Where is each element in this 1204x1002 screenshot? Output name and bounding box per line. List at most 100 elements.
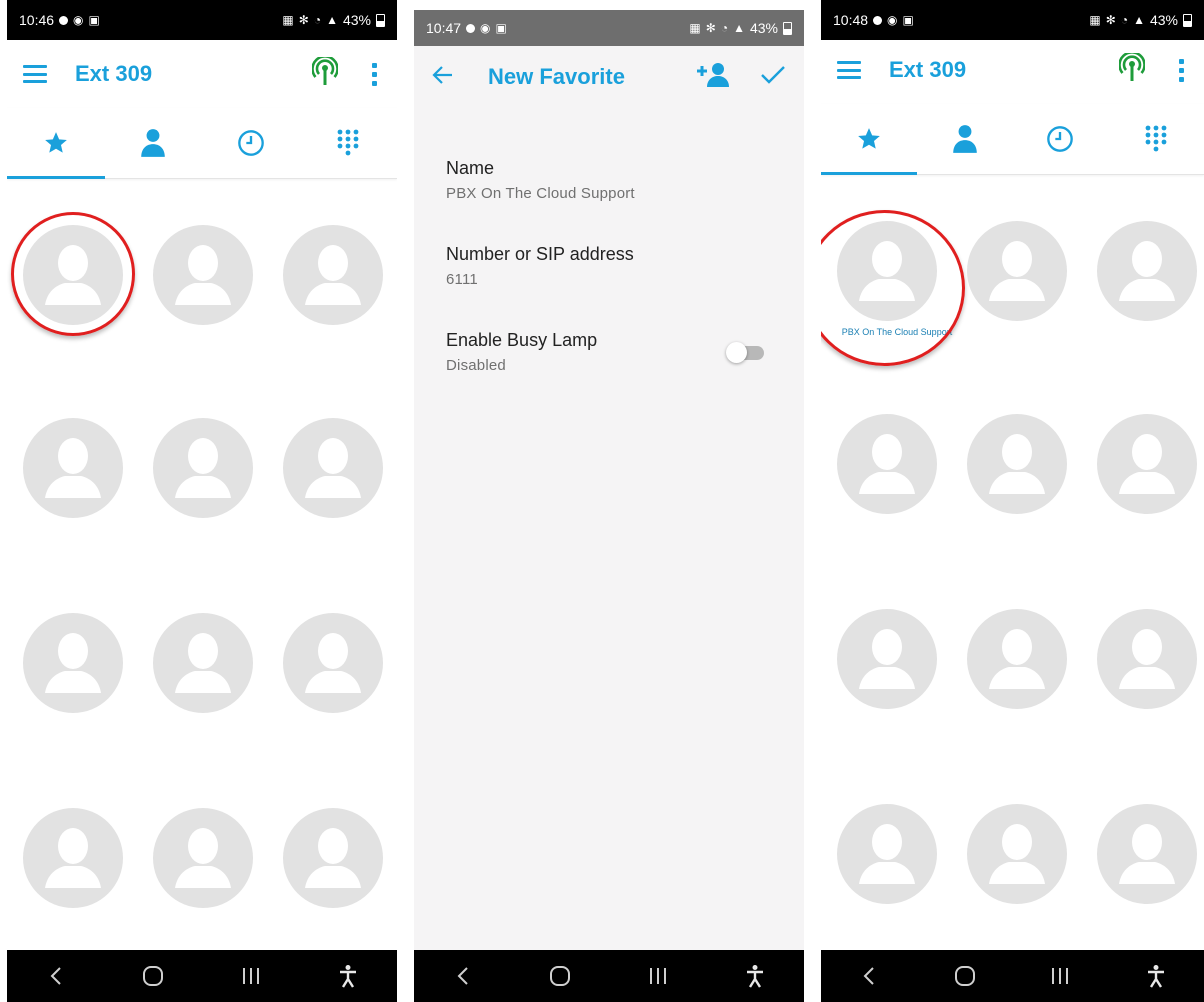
nfc-icon: ▦ (282, 13, 294, 27)
busy-lamp-field[interactable]: Enable Busy Lamp Disabled (446, 330, 774, 374)
favorite-slot-empty[interactable] (23, 418, 123, 518)
recents-nav-icon[interactable] (1035, 956, 1085, 996)
tab-favorites[interactable] (821, 104, 917, 175)
favorite-slot-empty[interactable] (967, 609, 1067, 709)
status-bar: 10:46 ◉ ▣ ▦ ✻ ◔ ▲ 43% (7, 0, 397, 40)
accessibility-icon[interactable] (730, 956, 780, 996)
star-icon (858, 128, 880, 149)
hamburger-icon[interactable] (23, 65, 47, 83)
favorite-slot-empty[interactable] (153, 418, 253, 518)
wifi-icon: ◔ (720, 21, 729, 35)
favorite-slot-empty[interactable] (967, 804, 1067, 904)
favorite-contact[interactable]: PBX On The Cloud Support (837, 221, 952, 337)
favorite-slot-empty[interactable] (283, 613, 383, 713)
favorite-slot-empty[interactable] (23, 808, 123, 908)
dialpad-icon (337, 129, 359, 156)
hotspot-icon: ◉ (887, 13, 898, 27)
favorite-slot-empty[interactable] (283, 225, 383, 325)
bluetooth-icon: ✻ (1105, 13, 1116, 27)
favorite-slot-empty[interactable] (1097, 414, 1197, 514)
nfc-icon: ▦ (1089, 13, 1101, 27)
status-bar: 10:48 ◉ ▣ ▦ ✻ ◔ ▲ 43% (821, 0, 1204, 40)
check-icon[interactable] (760, 65, 786, 90)
favorite-slot-empty[interactable] (967, 414, 1067, 514)
favorite-slot-empty[interactable] (1097, 804, 1197, 904)
recents-nav-icon[interactable] (226, 956, 276, 996)
favorite-label: PBX On The Cloud Support (841, 327, 953, 337)
status-time: 10:47 (426, 20, 462, 36)
system-nav-bar (414, 950, 804, 1002)
antenna-icon[interactable] (1118, 50, 1146, 88)
tab-bar (821, 104, 1204, 175)
hotspot-icon: ◉ (480, 21, 491, 35)
bluetooth-icon: ✻ (298, 13, 309, 27)
home-nav-icon[interactable] (535, 956, 585, 996)
favorite-slot-empty[interactable] (967, 221, 1067, 321)
favorite-slot-empty[interactable] (1097, 221, 1197, 321)
back-arrow-icon[interactable] (432, 65, 454, 90)
antenna-icon[interactable] (311, 54, 339, 92)
back-nav-icon[interactable] (844, 956, 894, 996)
favorite-slot-empty[interactable] (153, 808, 253, 908)
app-title: Ext 309 (75, 61, 153, 86)
signal-icon: ▲ (733, 21, 745, 35)
app-bar: Ext 309 (821, 36, 1204, 104)
tab-dialpad[interactable] (300, 108, 398, 178)
hotspot-icon: ◉ (73, 13, 84, 27)
favorite-slot-empty[interactable] (1097, 609, 1197, 709)
favorite-slot-empty[interactable] (153, 225, 253, 325)
battery-icon (1183, 13, 1192, 27)
app-bar: Ext 309 (7, 40, 397, 108)
busy-lamp-toggle[interactable] (726, 342, 764, 363)
tab-contacts[interactable] (105, 108, 203, 178)
status-time: 10:48 (833, 12, 869, 28)
number-field[interactable]: Number or SIP address 6111 (446, 244, 774, 288)
battery-text: 43% (342, 12, 371, 28)
tab-bar (7, 108, 397, 179)
name-field[interactable]: Name PBX On The Cloud Support (446, 158, 774, 202)
favorite-slot-empty[interactable] (23, 613, 123, 713)
battery-text: 43% (749, 20, 778, 36)
accessibility-icon[interactable] (1131, 956, 1181, 996)
busy-lamp-value: Disabled (446, 357, 506, 374)
favorite-slot-empty[interactable] (837, 804, 937, 904)
nfc-icon: ▦ (689, 21, 701, 35)
status-bar: 10:47 ◉ ▣ ▦ ✻ ◔ ▲ 43% (414, 10, 804, 46)
tab-favorites[interactable] (7, 108, 105, 179)
tab-history[interactable] (1013, 104, 1109, 174)
kebab-icon[interactable] (1175, 58, 1188, 82)
signal-icon: ▲ (1133, 13, 1145, 27)
new-favorite-screen: 10:47 ◉ ▣ ▦ ✻ ◔ ▲ 43% New Favorite Name … (414, 10, 804, 1002)
tab-contacts[interactable] (917, 104, 1013, 174)
home-nav-icon[interactable] (940, 956, 990, 996)
signal-icon: ▲ (326, 13, 338, 27)
app-bar: New Favorite (414, 46, 804, 108)
hamburger-icon[interactable] (837, 61, 861, 79)
favorite-slot-empty[interactable] (23, 225, 123, 325)
kebab-icon[interactable] (368, 62, 381, 86)
dnd-icon (873, 15, 883, 25)
tab-dialpad[interactable] (1108, 104, 1204, 174)
number-value: 6111 (446, 271, 478, 288)
bluetooth-icon: ✻ (705, 21, 716, 35)
favorite-slot-empty[interactable] (153, 613, 253, 713)
tab-history[interactable] (202, 108, 300, 178)
gallery-icon: ▣ (495, 21, 507, 35)
person-icon (141, 129, 166, 157)
back-nav-icon[interactable] (438, 956, 488, 996)
recents-nav-icon[interactable] (633, 956, 683, 996)
home-nav-icon[interactable] (128, 956, 178, 996)
dialpad-icon (1145, 125, 1167, 152)
favorites-screen-after: 10:48 ◉ ▣ ▦ ✻ ◔ ▲ 43% Ext 309 PBX On The… (821, 0, 1204, 1002)
favorite-slot-empty[interactable] (837, 414, 937, 514)
dnd-icon (59, 15, 69, 25)
favorite-slot-empty[interactable] (283, 808, 383, 908)
favorite-slot-empty[interactable] (283, 418, 383, 518)
system-nav-bar (821, 950, 1204, 1002)
back-nav-icon[interactable] (31, 956, 81, 996)
add-contact-icon[interactable] (696, 62, 730, 93)
wifi-icon: ◔ (1120, 13, 1129, 27)
star-icon (44, 132, 67, 153)
favorite-slot-empty[interactable] (837, 609, 937, 709)
accessibility-icon[interactable] (323, 956, 373, 996)
